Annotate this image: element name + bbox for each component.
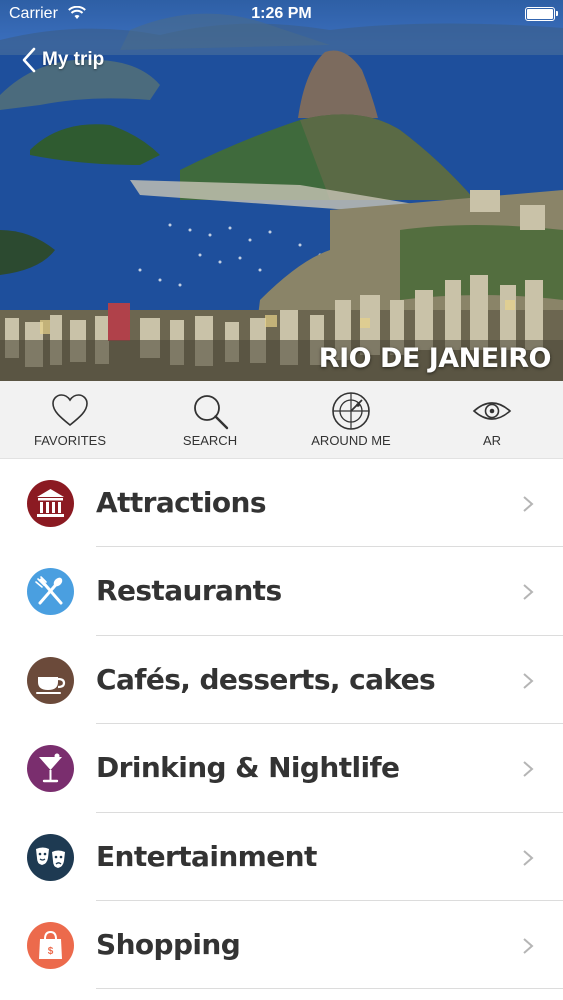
- battery-icon: [525, 7, 558, 21]
- status-bar: Carrier 1:26 PM: [0, 0, 563, 30]
- chevron-right-icon: [523, 584, 534, 601]
- chevron-right-icon: [523, 673, 534, 689]
- search-icon: [194, 395, 229, 430]
- back-button-label: My trip: [42, 49, 105, 70]
- list-item-label: Cafés, desserts, cakes: [96, 662, 436, 696]
- chevron-left-icon: [22, 47, 36, 73]
- radar-icon: [332, 392, 370, 430]
- fork-knife-icon: [27, 568, 74, 616]
- coffee-cup-icon: [27, 656, 74, 704]
- favorites-button[interactable]: FAVORITES: [10, 381, 130, 459]
- quick-actions-toolbar: FAVORITES SEARCH AROUND ME AR: [0, 381, 563, 459]
- hero-image: Carrier 1:26 PM My trip RIO DE JANEIRO: [0, 0, 563, 381]
- chevron-right-icon: [523, 938, 534, 954]
- list-item-restaurants[interactable]: Restaurants: [0, 547, 563, 636]
- status-time: 1:26 PM: [251, 5, 312, 22]
- chevron-right-icon: [523, 849, 534, 866]
- list-item-nightlife[interactable]: Drinking & Nightlife: [0, 724, 563, 813]
- list-item-label: Shopping: [96, 927, 241, 961]
- around-me-label: AROUND ME: [311, 433, 391, 448]
- list-item-label: Drinking & Nightlife: [96, 751, 400, 785]
- museum-icon: [27, 480, 74, 527]
- chevron-right-icon: [523, 496, 534, 512]
- list-item-cafes[interactable]: Cafés, desserts, cakes: [0, 636, 563, 725]
- category-list: Attractions Restaurants Cafés, desserts,…: [0, 459, 563, 990]
- theater-masks-icon: [27, 833, 74, 881]
- list-item-label: Attractions: [96, 486, 267, 519]
- city-title: RIO DE JANEIRO: [318, 343, 552, 374]
- cocktail-icon: [27, 745, 74, 793]
- list-item-label: Restaurants: [96, 574, 282, 608]
- around-me-button[interactable]: AROUND ME: [291, 381, 411, 459]
- svg-text:$: $: [48, 946, 54, 957]
- eye-icon: [472, 402, 512, 420]
- list-item-shopping[interactable]: $ Shopping: [0, 901, 563, 990]
- back-button[interactable]: My trip: [22, 44, 104, 76]
- favorites-label: FAVORITES: [34, 433, 106, 448]
- heart-icon: [52, 394, 88, 427]
- list-item-attractions[interactable]: Attractions: [0, 459, 563, 548]
- search-button[interactable]: SEARCH: [150, 381, 270, 459]
- search-label: SEARCH: [182, 433, 238, 448]
- shopping-bag-icon: $: [27, 921, 74, 969]
- ar-button[interactable]: AR: [432, 381, 552, 459]
- ar-label: AR: [482, 433, 502, 448]
- chevron-right-icon: [523, 761, 534, 777]
- divider: [96, 988, 563, 990]
- list-item-label: Entertainment: [96, 839, 317, 873]
- list-item-entertainment[interactable]: Entertainment: [0, 813, 563, 901]
